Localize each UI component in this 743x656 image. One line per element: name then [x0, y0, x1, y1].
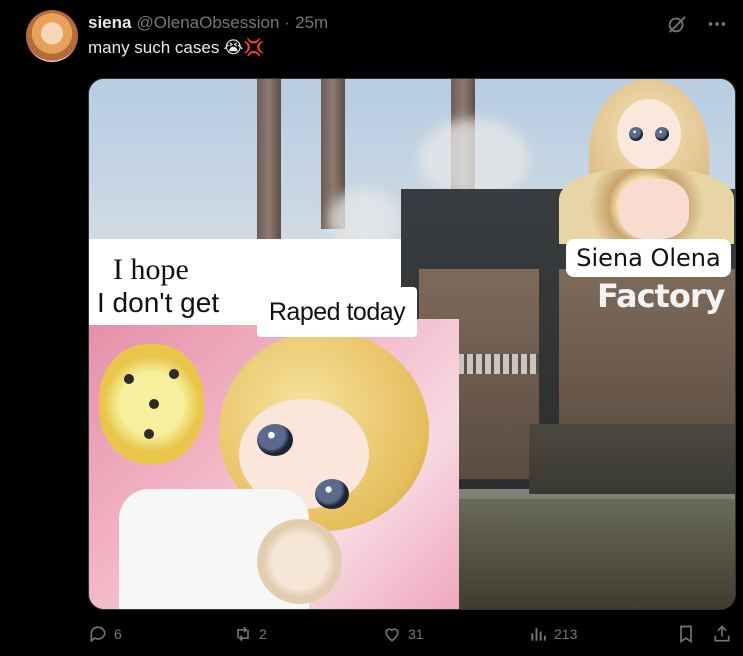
tweet-emojis: 😭💢 — [223, 38, 265, 57]
bookmark-icon — [680, 625, 692, 644]
tweet-body: many such cases — [88, 38, 220, 57]
retweet-icon — [237, 626, 249, 642]
vtuber-eye — [655, 127, 669, 141]
plush-spot — [169, 369, 179, 379]
reply-icon — [90, 626, 106, 643]
caption-raped: Raped today — [257, 287, 417, 337]
plush-spot — [144, 429, 154, 439]
like-button[interactable]: 31 — [382, 624, 424, 644]
separator: · — [284, 13, 291, 32]
action-bar: 6 2 31 213 — [88, 624, 736, 650]
caption-hope-line2: I don't get — [97, 287, 220, 318]
siena-label: Siena Olena — [566, 239, 731, 277]
retweet-button[interactable]: 2 — [233, 624, 267, 644]
character-eye — [315, 479, 349, 509]
tweet-text: many such cases 😭💢 — [88, 38, 264, 58]
factory-windows — [449, 354, 539, 374]
timestamp[interactable]: 25m — [295, 13, 328, 33]
share-icon — [714, 625, 730, 642]
caption-hope-line1: I hope — [113, 253, 189, 286]
vtuber-body — [619, 179, 689, 239]
smoke — [419, 119, 529, 199]
grok-icon[interactable] — [665, 12, 689, 36]
plush-spot — [124, 374, 134, 384]
trees — [529, 424, 735, 494]
tweet-media[interactable]: Siena Olena Factory I hope I don't get R… — [88, 78, 736, 610]
doll — [257, 519, 342, 604]
views-button[interactable]: 213 — [528, 624, 577, 644]
river — [439, 499, 735, 609]
bookmark-button[interactable] — [676, 624, 696, 644]
tweet[interactable]: siena @OlenaObsession · 25m many such ca… — [0, 0, 743, 656]
author-handle[interactable]: @OlenaObsession — [136, 13, 279, 33]
smokestack — [257, 79, 281, 239]
share-button[interactable] — [712, 624, 732, 644]
more-icon[interactable] — [705, 12, 729, 36]
avatar[interactable] — [26, 10, 78, 62]
views-count: 213 — [554, 626, 578, 642]
header-icons — [665, 12, 729, 36]
vtuber-face — [617, 99, 681, 169]
views-icon — [531, 628, 546, 641]
author-name[interactable]: siena — [88, 13, 131, 33]
like-count: 31 — [408, 626, 424, 642]
vtuber-eye — [629, 127, 643, 141]
reply-button[interactable]: 6 — [88, 624, 122, 644]
tweet-header: siena @OlenaObsession · 25m — [88, 12, 328, 34]
reply-count: 6 — [114, 626, 122, 642]
factory-label: Factory — [597, 277, 725, 315]
retweet-count: 2 — [259, 626, 267, 642]
character-eye — [257, 424, 293, 456]
plush-spot — [149, 399, 159, 409]
heart-icon — [385, 628, 399, 642]
